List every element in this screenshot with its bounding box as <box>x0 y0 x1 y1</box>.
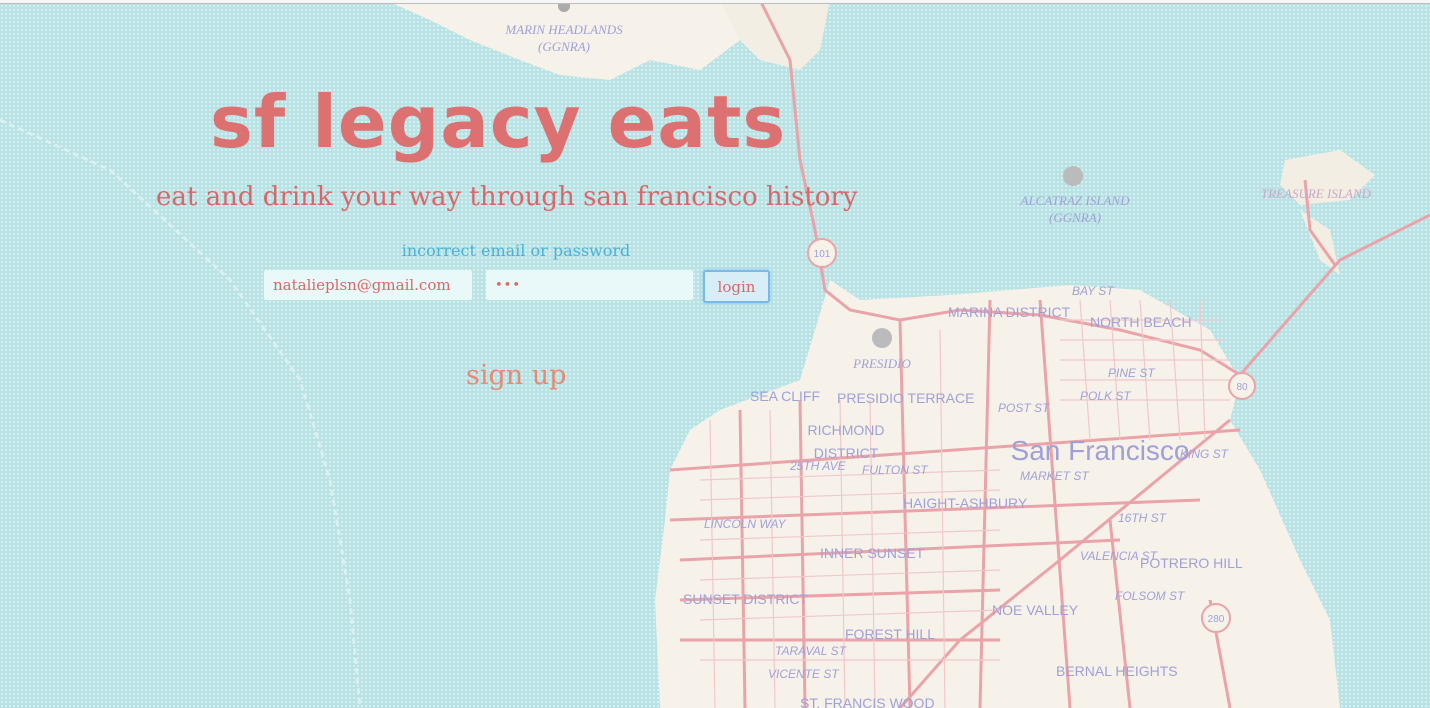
login-button[interactable]: login <box>703 270 770 303</box>
page-title: sf legacy eats <box>210 80 787 164</box>
login-error-message: incorrect email or password <box>401 241 631 260</box>
sign-up-link[interactable]: sign up <box>466 360 566 391</box>
landing-overlay: sf legacy eats eat and drink your way th… <box>0 0 1430 708</box>
page-subtitle: eat and drink your way through san franc… <box>156 182 858 212</box>
email-field[interactable] <box>264 270 472 300</box>
password-field[interactable] <box>486 270 693 300</box>
